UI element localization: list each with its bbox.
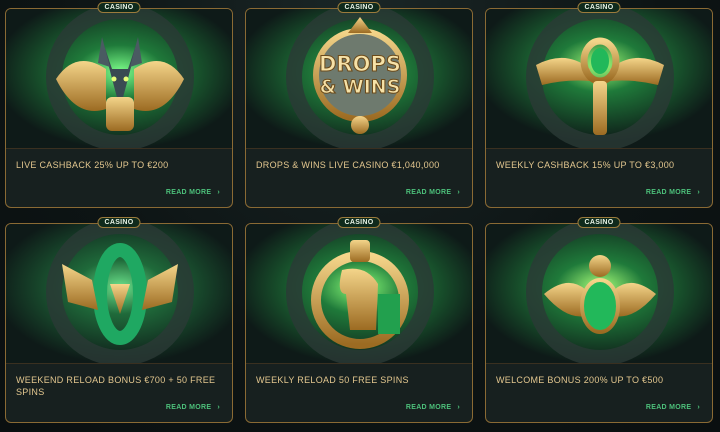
scarab-icon — [486, 224, 712, 364]
promo-art — [6, 9, 232, 149]
chevron-right-icon: › — [697, 404, 700, 411]
promo-art — [6, 224, 232, 364]
promotions-grid: CASINO LIVE CASHBACK 25% UP TO €200 READ… — [0, 0, 720, 432]
read-more-link[interactable]: READ MORE › — [646, 189, 700, 196]
chevron-right-icon: › — [457, 404, 460, 411]
promo-art: DROPS & WINS — [246, 9, 472, 149]
casino-badge: CASINO — [97, 2, 141, 13]
read-more-link[interactable]: READ MORE › — [166, 404, 220, 411]
chevron-right-icon: › — [457, 189, 460, 196]
serpent-icon — [6, 224, 232, 364]
promo-card-live-cashback[interactable]: CASINO LIVE CASHBACK 25% UP TO €200 READ… — [5, 2, 233, 208]
casino-badge: CASINO — [337, 217, 381, 228]
promo-card-weekly-reload[interactable]: CASINO WEEKLY RELOAD 50 FREE SPINS READ … — [245, 217, 473, 423]
svg-text:DROPS: DROPS — [319, 52, 401, 76]
chevron-right-icon: › — [217, 189, 220, 196]
casino-badge: CASINO — [577, 2, 621, 13]
ankh-icon — [486, 9, 712, 149]
jackal-icon — [6, 9, 232, 149]
promo-art — [246, 224, 472, 364]
drops-wins-logo: DROPS & WINS — [246, 9, 472, 149]
chevron-right-icon: › — [217, 404, 220, 411]
promo-title: WEEKEND RELOAD BONUS €700 + 50 FREE SPIN… — [16, 375, 216, 397]
read-more-link[interactable]: READ MORE › — [406, 189, 460, 196]
casino-badge: CASINO — [337, 2, 381, 13]
promo-art — [486, 9, 712, 149]
casino-badge: CASINO — [577, 217, 621, 228]
casino-badge: CASINO — [97, 217, 141, 228]
chevron-right-icon: › — [697, 189, 700, 196]
promo-art — [486, 224, 712, 364]
promo-title: WELCOME BONUS 200% UP TO €500 — [496, 375, 664, 385]
promo-card-weekly-cashback[interactable]: CASINO WEEKLY CASHBACK 15% UP TO €3,000 … — [485, 2, 713, 208]
promo-card-weekend-reload[interactable]: CASINO WEEKEND RELOAD BONUS €700 + 50 FR… — [5, 217, 233, 423]
horus-icon — [246, 224, 472, 364]
read-more-link[interactable]: READ MORE › — [406, 404, 460, 411]
read-more-link[interactable]: READ MORE › — [646, 404, 700, 411]
promo-card-welcome-bonus[interactable]: CASINO WELCOME BONUS 200% UP TO €500 REA… — [485, 217, 713, 423]
promo-card-drops-wins[interactable]: CASINO DROPS & WINS DROPS & WINS LIVE CA… — [245, 2, 473, 208]
promo-title: WEEKLY RELOAD 50 FREE SPINS — [256, 375, 409, 385]
read-more-link[interactable]: READ MORE › — [166, 189, 220, 196]
promo-title: LIVE CASHBACK 25% UP TO €200 — [16, 160, 169, 170]
promo-title: DROPS & WINS LIVE CASINO €1,040,000 — [256, 160, 440, 170]
promo-title: WEEKLY CASHBACK 15% UP TO €3,000 — [496, 160, 675, 170]
svg-text:& WINS: & WINS — [320, 76, 401, 98]
